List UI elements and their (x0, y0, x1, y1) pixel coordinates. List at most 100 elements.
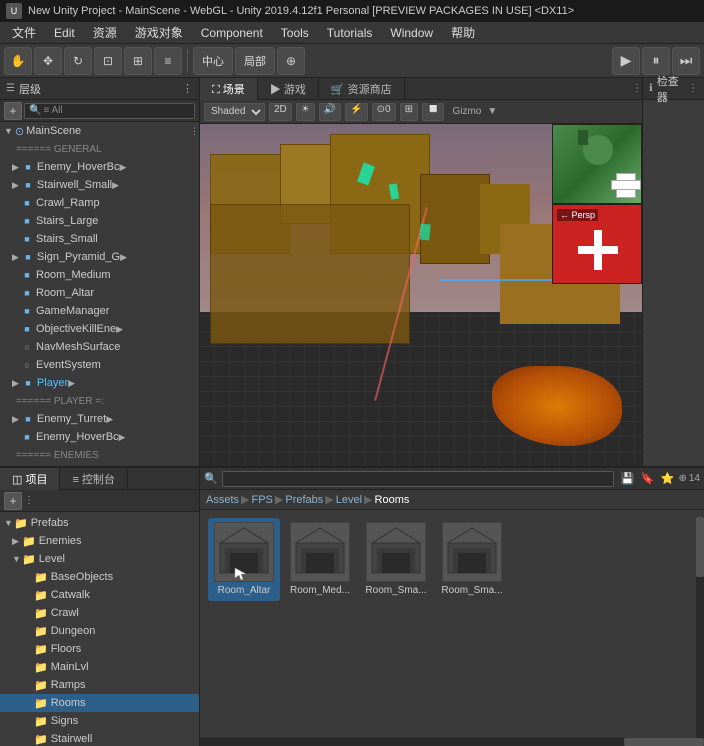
scale-tool-button[interactable]: ⊡ (94, 47, 122, 75)
hierarchy-item-general[interactable]: ====== GENERAL (0, 140, 199, 158)
project-add-button[interactable]: + (4, 492, 22, 510)
tab-game[interactable]: ▶ 游戏 (258, 78, 319, 100)
breadcrumb-level[interactable]: Level (336, 494, 362, 506)
hierarchy-item-enemies-sep[interactable]: ====== ENEMIES (0, 446, 199, 464)
hierarchy-item-crawl-ramp[interactable]: ■ Crawl_Ramp (0, 194, 199, 212)
hierarchy-item-paths-sep[interactable]: ====== PATHS == (0, 464, 199, 466)
hand-tool-button[interactable]: ✋ (4, 47, 32, 75)
tree-item-rooms[interactable]: 📁 Rooms (0, 694, 199, 712)
file-scrollbar-thumb[interactable] (624, 738, 704, 746)
space-group[interactable]: 局部 (235, 47, 275, 75)
shading-mode-select[interactable]: Shaded (204, 103, 265, 121)
file-item-room-altar[interactable]: Room_Altar (208, 518, 280, 601)
menu-gameobject[interactable]: 游戏对象 (127, 22, 191, 43)
menu-edit[interactable]: Edit (46, 24, 83, 42)
lighting-toggle-button[interactable]: ☀ (296, 103, 315, 121)
hierarchy-item-room-medium[interactable]: ■ Room_Medium (0, 266, 199, 284)
project-scrollbar-thumb[interactable] (696, 517, 704, 577)
scene-options-2[interactable]: ⊞ (400, 103, 418, 121)
file-star-icon[interactable]: ⭐ (658, 470, 676, 488)
breadcrumb-assets[interactable]: Assets (206, 494, 239, 506)
scene-viewport[interactable]: ← Persp (200, 124, 642, 466)
hierarchy-item-player[interactable]: ▶ ■ Player ▶ (0, 374, 199, 392)
project-filter-icon[interactable]: ⋮ (24, 495, 34, 506)
tree-item-dungeon[interactable]: 📁 Dungeon (0, 622, 199, 640)
scene-overflow-icon[interactable]: ⋮ (632, 83, 642, 94)
player-icon: ■ (21, 376, 35, 390)
pause-button[interactable]: ⏸ (642, 47, 670, 75)
move-tool-button[interactable]: ✥ (34, 47, 62, 75)
tree-item-enemies[interactable]: ▶ 📁 Enemies (0, 532, 199, 550)
mainscene-label: MainScene (26, 125, 81, 137)
hierarchy-toolbar: + 🔍 ≡ All (0, 100, 199, 122)
menu-window[interactable]: Window (382, 24, 441, 42)
pivot-group[interactable]: 中心 (193, 47, 233, 75)
file-save-icon[interactable]: 💾 (618, 470, 636, 488)
rotate-tool-button[interactable]: ↻ (64, 47, 92, 75)
tree-item-mainlvl[interactable]: 📁 MainLvl (0, 658, 199, 676)
hierarchy-add-button[interactable]: + (4, 102, 22, 120)
fx-toggle-button[interactable]: ⚡ (345, 103, 367, 121)
hierarchy-item-stairs-small[interactable]: ■ Stairs_Small (0, 230, 199, 248)
tab-asset-store[interactable]: 🛒 资源商店 (319, 78, 405, 100)
signs-folder-icon: 📁 (34, 715, 48, 728)
transform-tool-button[interactable]: ≡ (154, 47, 182, 75)
tree-item-ramps[interactable]: 📁 Ramps (0, 676, 199, 694)
file-filter-icon[interactable]: 🔖 (638, 470, 656, 488)
file-item-room-sma-1[interactable]: Room_Sma... (360, 518, 432, 601)
audio-toggle-button[interactable]: 🔊 (319, 103, 341, 121)
project-scrollbar-track[interactable] (696, 517, 704, 746)
hierarchy-item-room-altar[interactable]: ■ Room_Altar (0, 284, 199, 302)
hierarchy-item-eventsystem[interactable]: ○ EventSystem (0, 356, 199, 374)
mainscene-menu[interactable]: ⋮ (190, 126, 199, 137)
file-count-badge: ⊕ 14 (678, 470, 700, 488)
menu-help[interactable]: 帮助 (443, 22, 483, 43)
hierarchy-item-enemy-turret[interactable]: ▶ ■ Enemy_Turret ▶ (0, 410, 199, 428)
inspector-menu-icon[interactable]: ⋮ (688, 83, 698, 94)
tab-console[interactable]: ≡ 控制台 (60, 468, 127, 490)
rect-tool-button[interactable]: ⊞ (124, 47, 152, 75)
gizmo-label[interactable]: Gizmo (452, 106, 481, 117)
file-scrollbar-track[interactable] (200, 738, 704, 746)
gizmo-dropdown-icon[interactable]: ▼ (487, 106, 497, 117)
hierarchy-item-enemy-hover-1[interactable]: ▶ ■ Enemy_HoverBc ▶ (0, 158, 199, 176)
2d-toggle-button[interactable]: 2D (269, 103, 292, 121)
tree-item-baseobjects[interactable]: 📁 BaseObjects (0, 568, 199, 586)
scene-pickup-3 (419, 224, 430, 241)
hierarchy-item-stairs-large[interactable]: ■ Stairs_Large (0, 212, 199, 230)
breadcrumb-prefabs[interactable]: Prefabs (285, 494, 323, 506)
hierarchy-item-sign-pyramid[interactable]: ▶ ■ Sign_Pyramid_G ▶ (0, 248, 199, 266)
file-item-room-sma-2[interactable]: Room_Sma... (436, 518, 508, 601)
hierarchy-item-game-manager[interactable]: ■ GameManager (0, 302, 199, 320)
tree-item-crawl[interactable]: 📁 Crawl (0, 604, 199, 622)
play-button[interactable]: ▶ (612, 47, 640, 75)
menu-tools[interactable]: Tools (273, 24, 317, 42)
hierarchy-item-objective[interactable]: ■ ObjectiveKillEne ▶ (0, 320, 199, 338)
file-item-room-med[interactable]: Room_Med... (284, 518, 356, 601)
tree-item-prefabs[interactable]: ▼ 📁 Prefabs (0, 514, 199, 532)
breadcrumb-fps[interactable]: FPS (251, 494, 272, 506)
tree-item-level[interactable]: ▼ 📁 Level (0, 550, 199, 568)
extra-tool-button[interactable]: ⊕ (277, 47, 305, 75)
hierarchy-menu-icon[interactable]: ⋮ (182, 82, 193, 95)
hierarchy-item-mainscene[interactable]: ▼ ⊙ MainScene ⋮ (0, 122, 199, 140)
tab-project[interactable]: ◫ 项目 (0, 468, 60, 490)
hierarchy-item-navmesh[interactable]: ○ NavMeshSurface (0, 338, 199, 356)
tree-item-stairwell[interactable]: 📁 Stairwell (0, 730, 199, 746)
hierarchy-item-enemy-hover-2[interactable]: ■ Enemy_HoverBc ▶ (0, 428, 199, 446)
tree-item-floors[interactable]: 📁 Floors (0, 640, 199, 658)
menu-assets[interactable]: 资源 (85, 22, 125, 43)
tree-item-signs[interactable]: 📁 Signs (0, 712, 199, 730)
tree-item-catwalk[interactable]: 📁 Catwalk (0, 586, 199, 604)
file-search-input[interactable] (222, 471, 615, 487)
tab-scene[interactable]: ⛶ 场景 (200, 78, 258, 100)
hierarchy-panel: ☰ 层级 ⋮ + 🔍 ≡ All ▼ ⊙ MainScene ⋮ (0, 78, 200, 466)
scene-options-1[interactable]: ⊙0 (372, 103, 396, 121)
step-button[interactable]: ⏭ (672, 47, 700, 75)
menu-tutorials[interactable]: Tutorials (319, 24, 381, 42)
menu-file[interactable]: 文件 (4, 22, 44, 43)
hierarchy-item-stairwell-small[interactable]: ▶ ■ Stairwell_Small ▶ (0, 176, 199, 194)
scene-options-3[interactable]: 🔲 (422, 103, 444, 121)
menu-component[interactable]: Component (193, 24, 271, 42)
hierarchy-item-player-sep[interactable]: ====== PLAYER =: (0, 392, 199, 410)
